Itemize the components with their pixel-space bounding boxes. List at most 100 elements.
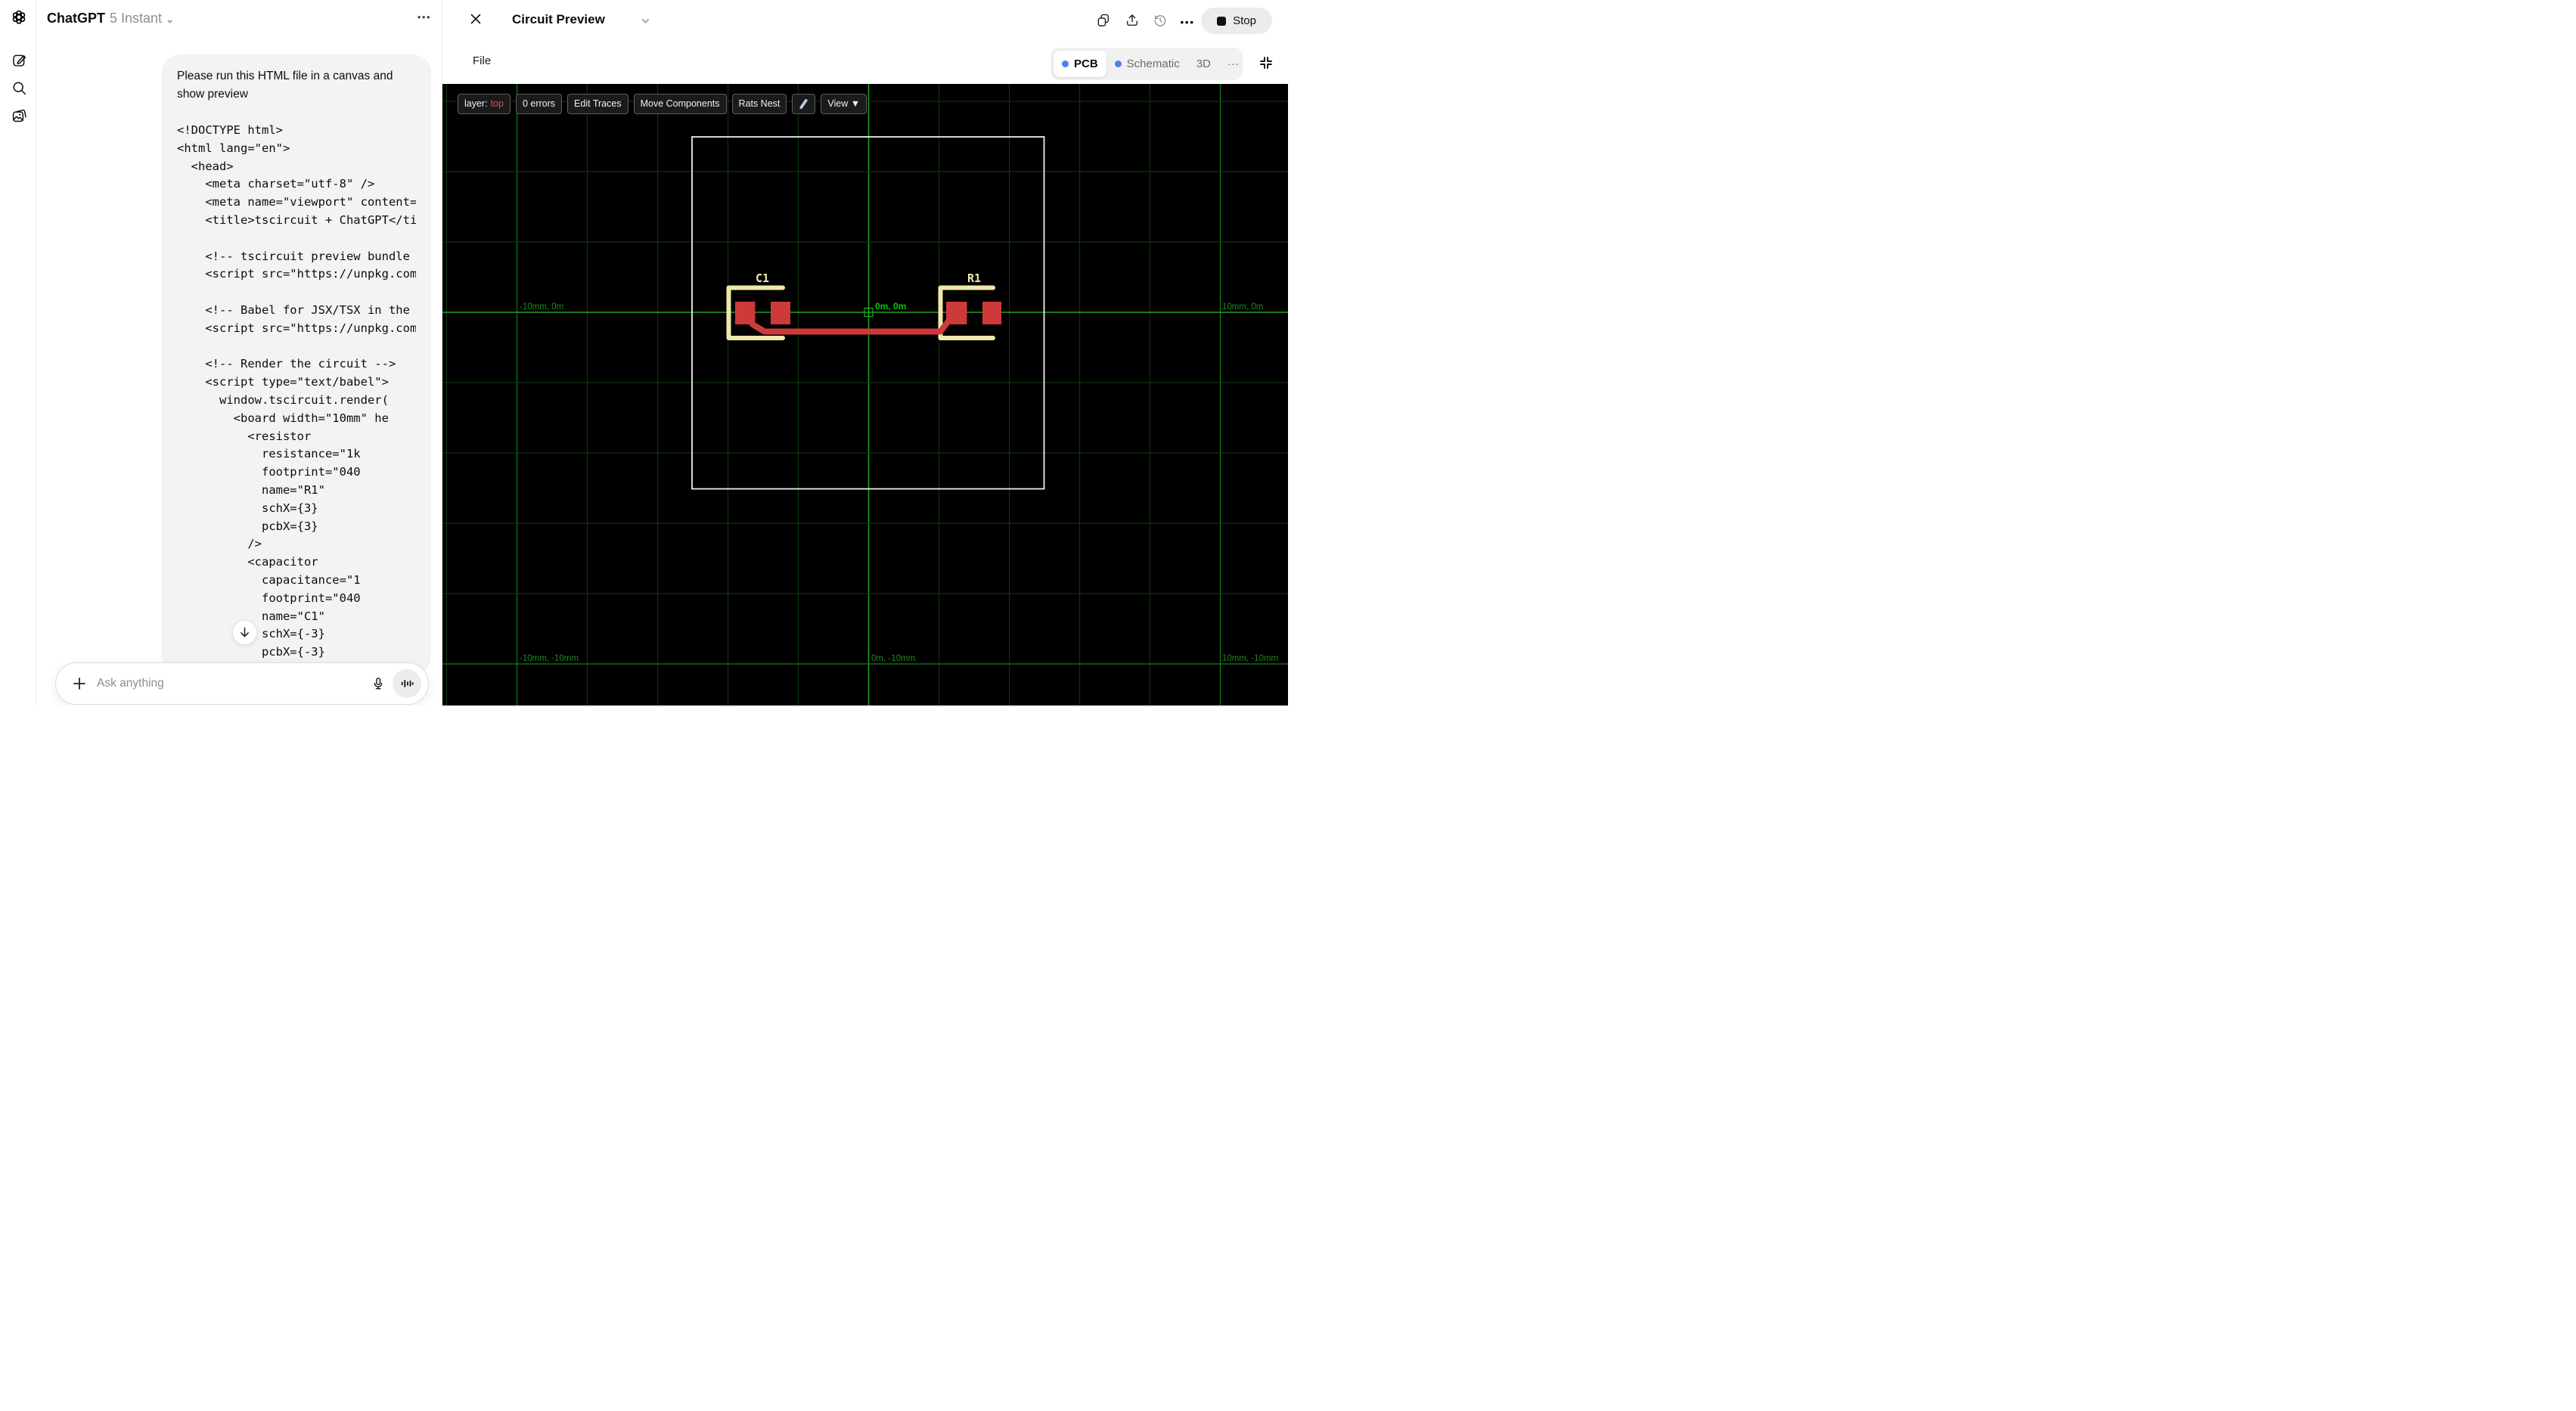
pcb-drawing: C1 R1 0m, 0m -10mm, 0m 10mm, 0m -10mm, -… [442,84,1288,706]
code-line: <resistor [177,429,312,443]
coord-label-left: -10mm, 0m [520,302,563,312]
code-line: schX={3} [177,501,318,515]
attach-plus-icon[interactable] [70,674,89,693]
code-line: <script src="https://unpkg.com [177,267,416,281]
c1-pad-2[interactable] [771,302,790,324]
code-line: schX={-3} [261,627,325,641]
pcb-toolbar: layer: top 0 errors Edit Traces Move Com… [458,94,867,114]
r1-pad-2[interactable] [982,302,1001,324]
code-line: capacitance="1 [177,572,361,587]
voice-mode-button[interactable] [393,669,421,698]
coord-label-bottom-center: 0m, -10mm [871,654,915,663]
c1-pad-1[interactable] [735,302,756,324]
code-line: <html lang="en"> [177,141,290,155]
copy-icon[interactable] [1094,11,1113,30]
pencil-icon [799,99,808,110]
coord-label-bottom-right: 10mm, -10mm [1222,654,1278,663]
share-icon[interactable] [1122,11,1142,30]
message-text-line1: Please run this HTML file in a canvas an… [177,70,393,82]
openai-logo-icon[interactable] [9,8,29,28]
layer-value: top [490,98,504,109]
stop-button[interactable]: Stop [1201,8,1272,34]
message-code-block: <!DOCTYPE html> <html lang="en"> <head> <… [177,123,416,674]
pcb-dot-icon [1062,60,1069,67]
chat-input[interactable]: Ask anything [97,677,367,690]
schematic-dot-icon [1114,60,1122,67]
code-line: footprint="040 [177,591,361,605]
view-mode-tabs: PCB Schematic 3D ··· [1051,48,1243,80]
pcb-canvas[interactable]: C1 R1 0m, 0m -10mm, 0m 10mm, 0m -10mm, -… [442,84,1288,706]
chat-more-icon[interactable]: ••• [417,11,431,23]
chat-panel: ChatGPT 5 Instant ⌄ ••• Please run this HT… [36,0,442,706]
new-chat-icon[interactable] [9,50,29,70]
code-line: <head> [177,159,234,173]
r1-pad-1[interactable] [946,302,967,324]
rats-nest-button[interactable]: Rats Nest [731,94,787,114]
canvas-header: Circuit Preview ••• Stop [442,0,1288,42]
coord-label-right: 10mm, 0m [1222,302,1263,312]
canvas-menubar: File PCB Schematic 3D ··· [442,42,1288,84]
message-text-line2: show preview [177,88,248,101]
chat-header: ChatGPT 5 Instant ⌄ ••• [36,0,442,38]
canvas-title[interactable]: Circuit Preview [512,12,605,27]
code-line: name="C1" [177,609,325,623]
code-line: /> [177,537,262,551]
coord-label-bottom-left: -10mm, -10mm [520,654,579,663]
arrow-down-icon [241,627,249,637]
tab-schematic[interactable]: Schematic [1106,51,1188,77]
code-line: name="R1" [177,482,325,497]
code-line: pcbX={-3} [177,645,325,659]
tab-3d[interactable]: 3D [1188,51,1219,77]
code-line: <script src="https://unpkg.com [177,321,416,335]
library-icon[interactable] [9,105,29,125]
code-line: <!DOCTYPE html> [177,123,283,137]
code-line: <meta name="viewport" content= [177,195,416,209]
tab-pcb[interactable]: PCB [1054,51,1106,77]
code-line: <!-- Babel for JSX/TSX in the [177,302,410,317]
mic-icon[interactable] [367,672,390,695]
more-options-icon[interactable]: ••• [1178,12,1197,32]
move-components-button[interactable]: Move Components [633,94,727,114]
chevron-down-icon: ⌄ [166,14,174,25]
view-dropdown-button[interactable]: View ▼ [821,94,867,114]
code-line: footprint="040 [177,465,361,479]
code-line: resistance="1k [177,447,361,461]
user-message-bubble: Please run this HTML file in a canvas an… [162,54,431,674]
code-line: pcbX={3} [177,519,318,533]
chevron-down-icon[interactable] [641,16,650,29]
r1-label: R1 [967,271,981,285]
code-line: <!-- Render the circuit --> [177,357,396,371]
close-icon[interactable] [467,11,484,27]
errors-button[interactable]: 0 errors [515,94,563,114]
pencil-tool-button[interactable] [792,94,816,114]
code-line: <meta charset="utf-8" /> [177,177,375,191]
app-title: ChatGPT [47,11,106,26]
code-line: <script type="text/babel"> [177,375,389,389]
collapse-icon[interactable] [1258,54,1274,71]
left-sidebar [0,0,36,706]
edit-traces-button[interactable]: Edit Traces [567,94,628,114]
app-window: ChatGPT 5 Instant ⌄ ••• Please run this HT… [0,0,1288,706]
code-line: <!-- tscircuit preview bundle [177,249,410,263]
canvas-panel: Circuit Preview ••• Stop File PCB Schema… [442,0,1288,706]
file-menu[interactable]: File [473,54,491,67]
history-icon[interactable] [1150,11,1170,30]
coord-label-origin: 0m, 0m [875,301,906,312]
model-selector[interactable]: ChatGPT 5 Instant ⌄ [47,11,174,26]
waveform-icon [401,680,414,687]
scroll-to-bottom-button[interactable] [232,620,257,645]
c1-label: C1 [756,271,769,285]
stop-square-icon [1217,16,1227,26]
search-icon[interactable] [9,78,29,98]
code-line: <board width="10mm" he [177,411,389,425]
grid-lines [442,84,1288,706]
code-line: <capacitor [177,555,318,569]
tab-more[interactable]: ··· [1219,51,1247,77]
code-line: window.tscircuit.render( [177,392,389,407]
code-line: <title>tscircuit + ChatGPT</ti [177,212,416,227]
layer-button[interactable]: layer: top [458,94,511,114]
chat-composer: Ask anything [55,662,429,705]
